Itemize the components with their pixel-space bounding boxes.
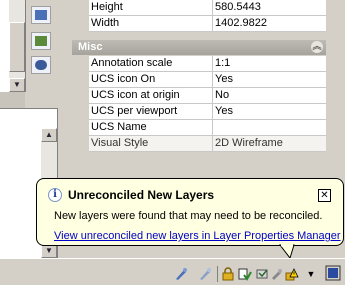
property-label: Annotation scale xyxy=(91,57,173,69)
notification-message: New layers were found that may need to b… xyxy=(54,210,323,222)
layer-notification-warning-icon[interactable] xyxy=(285,267,299,281)
collapse-chevron-icon[interactable]: ︽ xyxy=(311,41,323,53)
properties-panel: Height 580.5443 Width 1402.9822 Misc ︽ A… xyxy=(59,0,329,178)
property-row-visual-style[interactable]: Visual Style 2D Wireframe xyxy=(89,136,327,152)
property-row-annotation-scale[interactable]: Annotation scale 1:1 xyxy=(89,56,327,72)
isolate-objects-icon[interactable] xyxy=(270,267,284,281)
property-value[interactable]: 1:1 xyxy=(215,57,230,69)
property-label: UCS Name xyxy=(91,121,147,133)
scroll-down-button[interactable]: ▼ xyxy=(9,78,25,92)
tool-palette xyxy=(26,0,56,92)
misc-section-header[interactable]: Misc ︽ xyxy=(72,40,327,55)
status-menu-arrow-icon[interactable]: ▼ xyxy=(304,267,318,281)
property-label: Height xyxy=(91,1,123,13)
property-value[interactable]: No xyxy=(215,89,229,101)
scroll-up-button[interactable]: ▲ xyxy=(41,128,57,142)
property-row-ucs-per-viewport[interactable]: UCS per viewport Yes xyxy=(89,104,327,120)
property-label: Visual Style xyxy=(91,137,149,149)
clean-screen-icon[interactable] xyxy=(325,265,341,281)
layer-properties-link[interactable]: View unreconciled new layers in Layer Pr… xyxy=(54,230,341,242)
info-icon: i xyxy=(48,188,62,202)
property-label: Width xyxy=(91,17,120,29)
left-vertical-scrollbar[interactable]: ▼ xyxy=(9,0,25,92)
property-value[interactable]: Yes xyxy=(215,105,233,117)
property-row-height[interactable]: Height 580.5443 xyxy=(89,0,327,16)
property-label: UCS icon On xyxy=(91,73,156,85)
hardware-acceleration-icon[interactable] xyxy=(255,267,269,281)
close-button[interactable]: ✕ xyxy=(318,189,331,202)
property-label: UCS per viewport xyxy=(91,105,178,117)
property-row-ucs-icon-at-origin[interactable]: UCS icon at origin No xyxy=(89,88,327,104)
quick-select-icon[interactable] xyxy=(31,56,51,74)
section-title: Misc xyxy=(78,41,103,53)
left-panel-divider xyxy=(0,92,25,109)
property-value[interactable]: 1402.9822 xyxy=(215,17,267,29)
trusted-paths-icon[interactable] xyxy=(238,267,252,281)
property-label: UCS icon at origin xyxy=(91,89,180,101)
property-row-width[interactable]: Width 1402.9822 xyxy=(89,16,327,32)
row-gutter xyxy=(72,0,89,40)
auto-scale-icon[interactable] xyxy=(198,267,212,281)
property-value[interactable]: 580.5443 xyxy=(215,1,261,13)
lock-icon[interactable] xyxy=(221,267,235,281)
property-row-ucs-name[interactable]: UCS Name xyxy=(89,120,327,136)
scroll-thumb[interactable] xyxy=(9,22,25,72)
scroll-down-button[interactable]: ▼ xyxy=(41,244,57,258)
property-row-ucs-icon-on[interactable]: UCS icon On Yes xyxy=(89,72,327,88)
annotation-visibility-icon[interactable] xyxy=(174,267,188,281)
status-bar: ▼ xyxy=(0,258,345,285)
row-gutter xyxy=(72,55,89,159)
property-value[interactable]: Yes xyxy=(215,73,233,85)
property-value[interactable]: 2D Wireframe xyxy=(215,137,283,149)
notification-title: Unreconciled New Layers xyxy=(68,188,215,202)
layer-palette-icon[interactable] xyxy=(31,6,51,24)
notification-balloon: i Unreconciled New Layers ✕ New layers w… xyxy=(36,178,344,246)
panel-edge xyxy=(326,0,329,178)
properties-tool-icon[interactable] xyxy=(31,32,51,50)
